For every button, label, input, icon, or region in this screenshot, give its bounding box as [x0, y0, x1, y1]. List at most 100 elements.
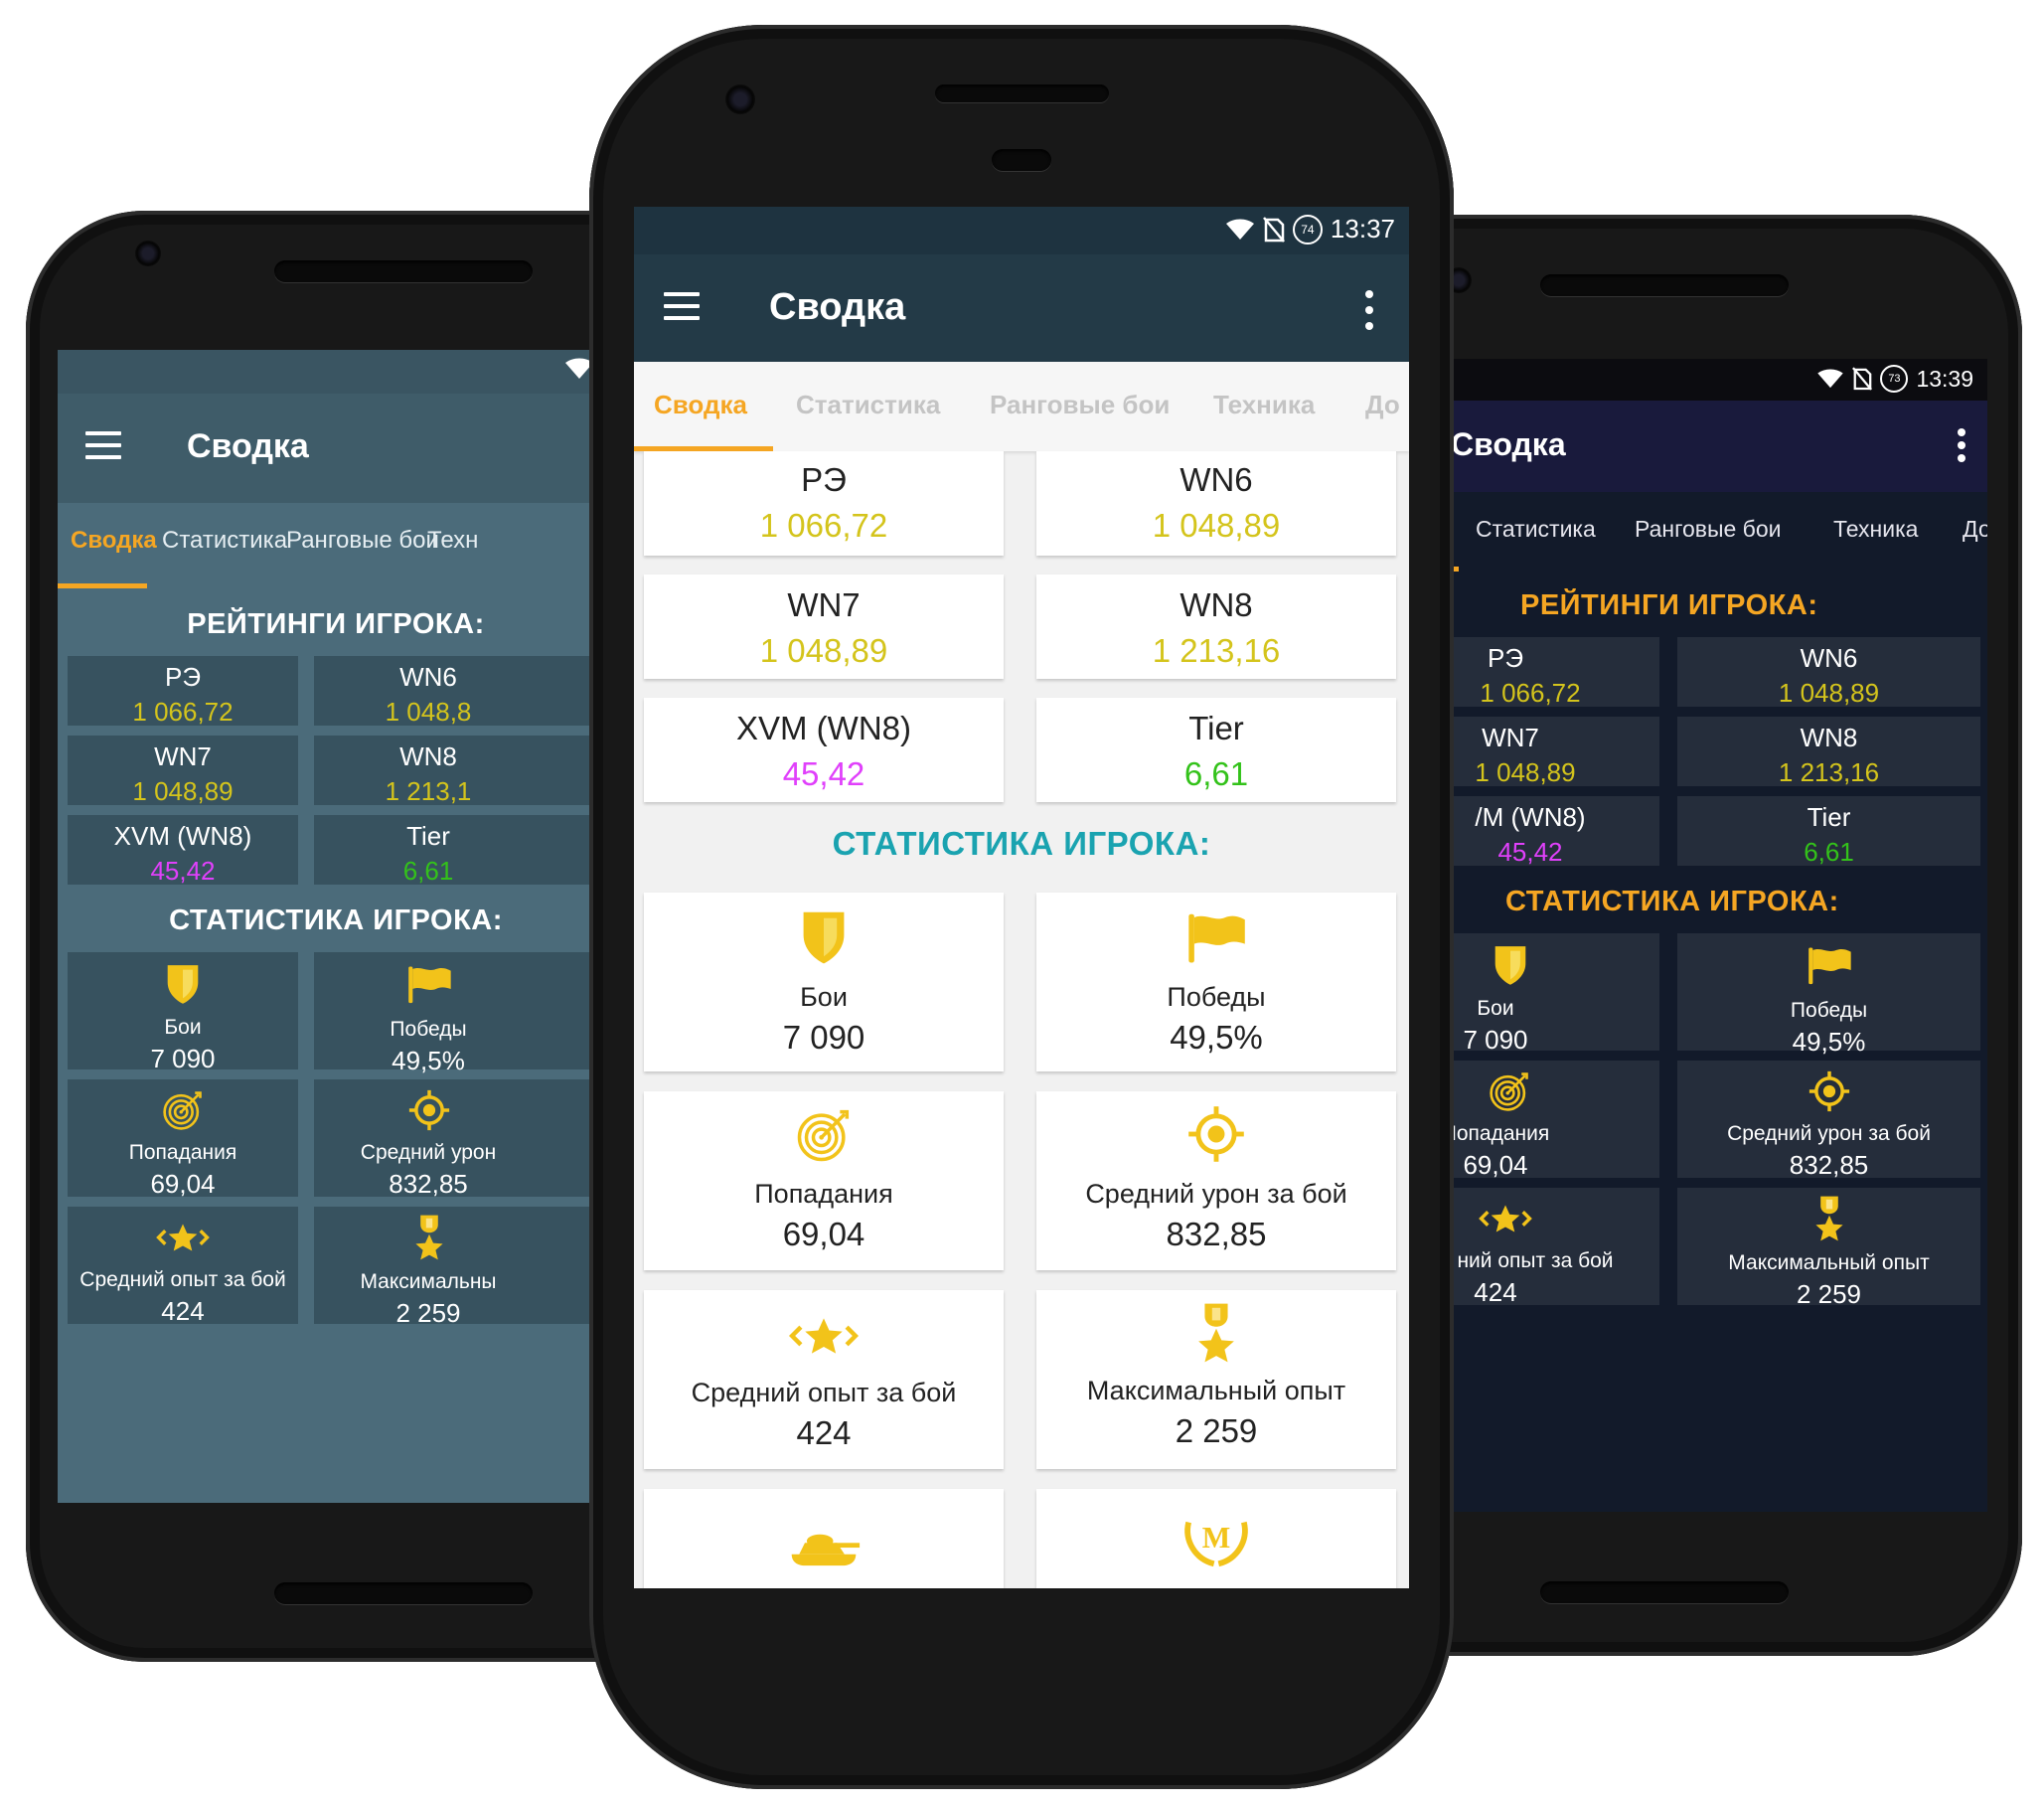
- top-speaker: [935, 84, 1109, 102]
- tab-ranked[interactable]: Ранговые бои: [286, 527, 439, 555]
- rating-value: 6,61: [402, 856, 454, 886]
- stats-grid: Бои 7 090 Победы 49,5% Попадания 69,04 С…: [58, 952, 614, 1350]
- tab-ranked[interactable]: Ранговые бои: [1635, 516, 1782, 543]
- ratings-grid: РЭ 1 066,72 WN6 1 048,8 WN7 1 048,89 WN8…: [58, 656, 614, 904]
- rating-card[interactable]: WN6 1 048,89: [1677, 637, 1980, 708]
- rating-card[interactable]: WN6 1 048,89: [1036, 451, 1396, 556]
- rating-value: 1 213,16: [1152, 632, 1281, 669]
- tab-statistics[interactable]: Статистика: [162, 527, 287, 555]
- rating-card[interactable]: Tier 6,61: [1677, 796, 1980, 867]
- center-phone-mockup: 74 13:37 Сводка Сводка Статистика Рангов…: [589, 25, 1454, 1789]
- stat-card[interactable]: Максимальный опыт 2 259: [1036, 1290, 1396, 1469]
- tab-statistics[interactable]: Статистика: [796, 390, 940, 420]
- stats-grid: Бои 7 090 Победы 49,5% Попадания 69,04 С…: [634, 893, 1409, 1588]
- tab-summary[interactable]: Сводка: [654, 390, 747, 420]
- stat-label: Средний опыт за бой: [691, 1378, 957, 1407]
- stat-card[interactable]: [644, 1489, 1004, 1588]
- bottom-speaker: [274, 1582, 533, 1604]
- stat-card[interactable]: Максимальны 2 259: [314, 1207, 614, 1328]
- stat-card[interactable]: Средний урон за бой 832,85: [1677, 1061, 1980, 1180]
- rating-card[interactable]: WN7 1 048,89: [1451, 717, 1659, 787]
- rating-card[interactable]: Tier 6,61: [314, 815, 614, 886]
- stat-label: Победы: [390, 1018, 467, 1041]
- page-title: Сводка: [1451, 426, 1566, 462]
- stat-card[interactable]: Средний опыт за бой 424: [644, 1290, 1004, 1469]
- rating-label: /M (WN8): [1475, 802, 1586, 832]
- app-bar: Сводка: [58, 394, 614, 503]
- stat-card[interactable]: Попадания 69,04: [1451, 1061, 1659, 1180]
- no-sim-icon: [1263, 217, 1285, 243]
- stat-value: 49,5%: [392, 1046, 465, 1075]
- tab-more[interactable]: До: [1963, 516, 1987, 543]
- ratings-grid: РЭ 1 066,72 WN6 1 048,89 WN7 1 048,89 WN…: [634, 451, 1409, 819]
- stat-label: Средний урон за бой: [1727, 1122, 1931, 1145]
- stat-label: Средний урон за бой: [1085, 1179, 1347, 1209]
- tab-vehicles[interactable]: Техника: [1833, 516, 1918, 543]
- tab-statistics[interactable]: Статистика: [1476, 516, 1596, 543]
- tab-vehicles[interactable]: Техн: [427, 527, 478, 555]
- crosshair-icon: [408, 1089, 450, 1131]
- more-options-icon[interactable]: [1363, 290, 1375, 330]
- wifi-icon: [1225, 219, 1255, 241]
- rating-value: 1 213,16: [1778, 757, 1880, 787]
- tab-summary[interactable]: Сводка: [71, 527, 157, 555]
- status-icons: 73 13:39: [1816, 365, 1973, 393]
- rating-value: 1 066,72: [759, 507, 888, 544]
- crosshair-icon: [1808, 1070, 1850, 1112]
- tab-more[interactable]: До: [1365, 390, 1400, 420]
- rating-value: 6,61: [1183, 755, 1249, 792]
- stat-card[interactable]: Средний урон 832,85: [314, 1079, 614, 1199]
- stat-card[interactable]: Победы 49,5%: [314, 952, 614, 1075]
- rating-card[interactable]: WN8 1 213,16: [1677, 717, 1980, 787]
- rating-value: 1 048,89: [759, 632, 888, 669]
- rating-label: WN6: [399, 662, 457, 692]
- rating-card[interactable]: WN8 1 213,1: [314, 736, 614, 806]
- medal-icon: [413, 1213, 445, 1262]
- hamburger-menu-icon[interactable]: [664, 292, 700, 324]
- rating-card[interactable]: XVM (WN8) 45,42: [644, 698, 1004, 802]
- rating-card[interactable]: РЭ 1 066,72: [644, 451, 1004, 556]
- stats-heading: СТАТИСТИКА ИГРОКА:: [169, 904, 503, 936]
- stat-label: Максимальный опыт: [1728, 1251, 1930, 1274]
- tab-vehicles[interactable]: Техника: [1213, 390, 1315, 420]
- stat-card[interactable]: Победы 49,5%: [1677, 933, 1980, 1057]
- rating-card[interactable]: WN8 1 213,16: [1036, 574, 1396, 679]
- mastery-badge-icon: [1181, 1511, 1251, 1568]
- stat-card[interactable]: Максимальный опыт 2 259: [1677, 1188, 1980, 1309]
- stat-label: Попадания: [1451, 1122, 1550, 1145]
- rating-card[interactable]: РЭ 1 066,72: [1451, 637, 1659, 708]
- status-bar: 73 13:39: [1451, 359, 1987, 401]
- stat-card[interactable]: Бои 7 090: [1451, 933, 1659, 1055]
- rating-label: Tier: [406, 821, 450, 851]
- stat-card[interactable]: Попадания 69,04: [644, 1091, 1004, 1270]
- tab-bar: Статистика Ранговые бои Техника До: [1451, 492, 1987, 572]
- stat-card[interactable]: ний опыт за бой 424: [1451, 1188, 1659, 1307]
- rating-value: 6,61: [1804, 837, 1854, 867]
- rating-card[interactable]: /M (WN8) 45,42: [1451, 796, 1659, 867]
- stat-label: Победы: [1790, 999, 1868, 1022]
- stat-value: 49,5%: [1792, 1027, 1866, 1057]
- stat-card[interactable]: Средний урон за бой 832,85: [1036, 1091, 1396, 1270]
- status-bar: [58, 350, 614, 394]
- status-bar: 74 13:37: [634, 207, 1409, 254]
- rating-value: 1 048,89: [1152, 507, 1281, 544]
- stat-card[interactable]: [1036, 1489, 1396, 1588]
- rating-card[interactable]: WN6 1 048,8: [314, 656, 614, 727]
- stat-value: 424: [796, 1414, 852, 1451]
- stat-card[interactable]: Победы 49,5%: [1036, 893, 1396, 1071]
- stat-value: 832,85: [1789, 1150, 1869, 1180]
- stat-card[interactable]: Бои 7 090: [644, 893, 1004, 1071]
- hamburger-menu-icon[interactable]: [85, 431, 121, 463]
- more-options-icon[interactable]: [1956, 428, 1967, 462]
- rating-card[interactable]: WN7 1 048,89: [644, 574, 1004, 679]
- rating-card[interactable]: Tier 6,61: [1036, 698, 1396, 802]
- stats-grid: Бои 7 090 Победы 49,5% Попадания 69,04 С…: [1451, 933, 1987, 1351]
- target-icon: [1489, 1070, 1530, 1112]
- front-camera: [725, 84, 755, 114]
- proximity-sensor: [992, 149, 1051, 171]
- ratings-heading: РЕЙТИНГИ ИГРОКА:: [187, 608, 485, 640]
- tab-ranked[interactable]: Ранговые бои: [990, 390, 1170, 420]
- rating-label: WN8: [1800, 723, 1858, 752]
- center-screen: 74 13:37 Сводка Сводка Статистика Рангов…: [634, 207, 1409, 1588]
- medal-icon: [1195, 1300, 1237, 1366]
